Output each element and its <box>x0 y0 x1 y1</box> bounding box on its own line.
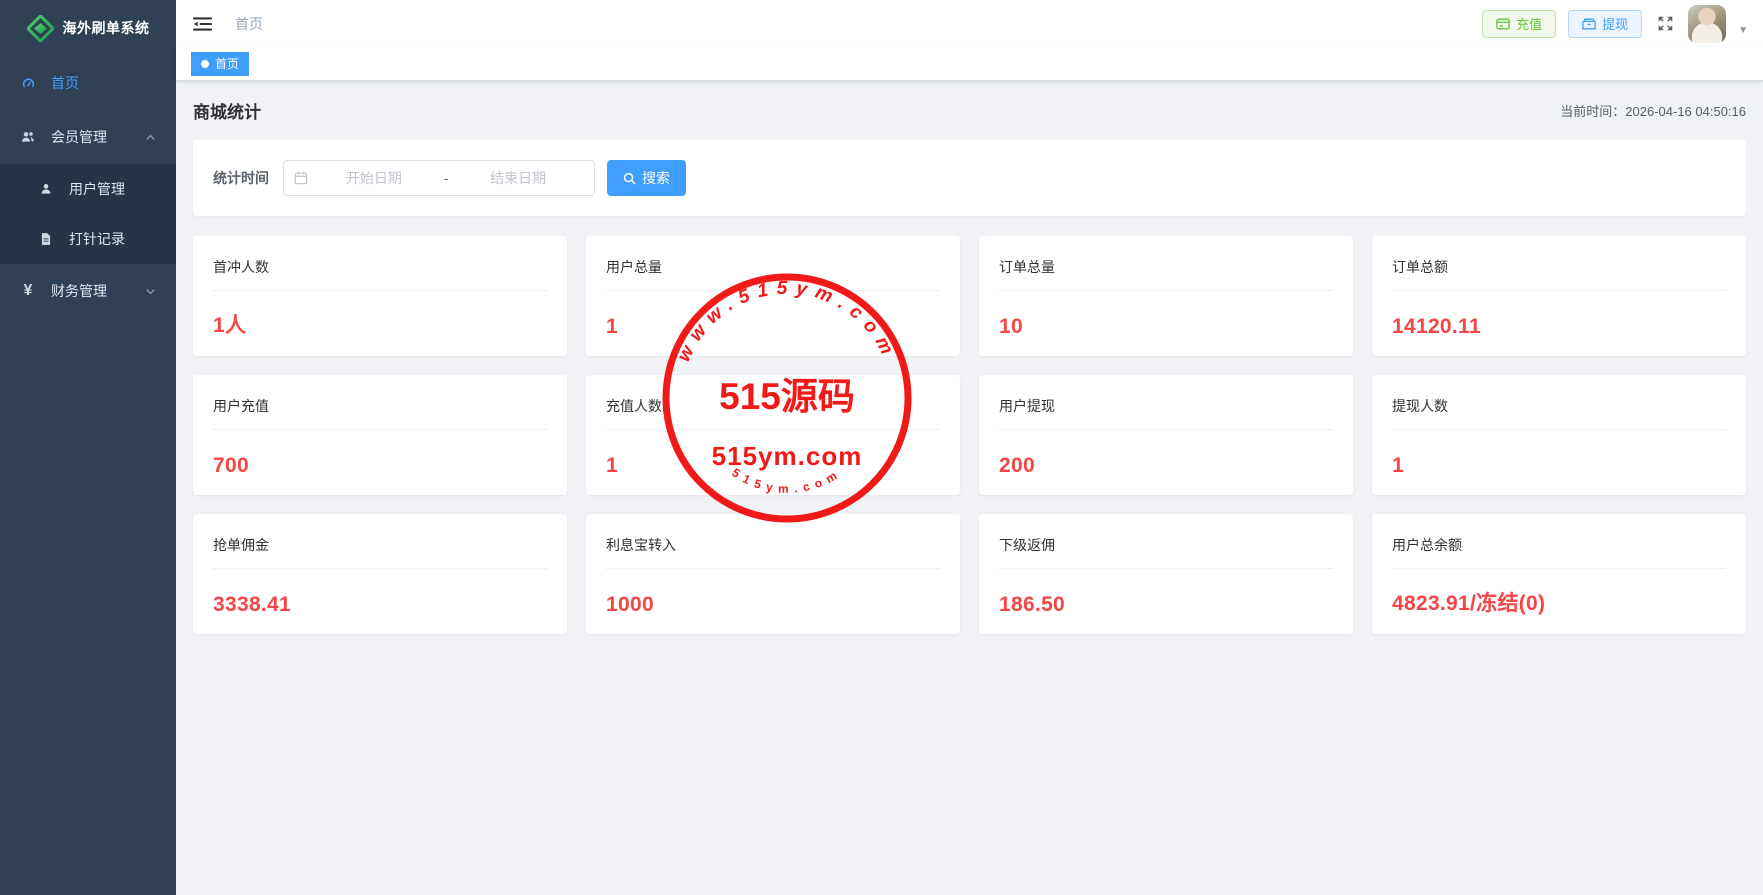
page-content: 商城统计 当前时间：2026-04-16 04:50:16 统计时间 - <box>176 81 1763 895</box>
navbar-actions: 充值 提现 ▼ <box>1482 5 1748 43</box>
stat-card-label: 利息宝转入 <box>606 535 940 569</box>
stat-card-value: 1000 <box>606 593 940 617</box>
sidebar-item-injection-records[interactable]: 打针记录 <box>0 214 176 264</box>
search-button-label: 搜索 <box>642 168 670 188</box>
stat-card-label: 提现人数 <box>1392 396 1726 430</box>
sidebar-item-members[interactable]: 会员管理 <box>0 110 176 164</box>
sidebar-item-label: 财务管理 <box>51 281 107 301</box>
recharge-card-icon <box>1496 18 1510 30</box>
withdraw-folder-icon <box>1582 18 1596 30</box>
sidebar-submenu-members: 用户管理 打针记录 <box>0 164 176 264</box>
stat-card-value: 1人 <box>213 309 547 339</box>
sidebar-item-label: 打针记录 <box>69 229 125 249</box>
stat-card-value: 1 <box>1392 454 1726 478</box>
stat-card-label: 充值人数 <box>606 396 940 430</box>
stat-card-value: 200 <box>999 454 1333 478</box>
stat-card: 用户充值 700 <box>193 375 567 495</box>
breadcrumb[interactable]: 首页 <box>235 14 263 34</box>
current-time-value: 2026-04-16 04:50:16 <box>1625 104 1746 119</box>
tab-label: 首页 <box>215 55 239 72</box>
chevron-down-icon <box>145 286 156 297</box>
calendar-icon <box>294 171 308 185</box>
stat-card-value: 186.50 <box>999 593 1333 617</box>
current-time: 当前时间：2026-04-16 04:50:16 <box>1560 101 1746 120</box>
search-panel: 统计时间 - <box>193 140 1746 216</box>
stat-card: 利息宝转入 1000 <box>586 514 960 634</box>
stat-card: 下级返佣 186.50 <box>979 514 1353 634</box>
stat-card: 用户总量 1 <box>586 236 960 356</box>
sidebar: 海外刷单系统 首页 会员管理 <box>0 0 176 895</box>
top-navbar: 首页 充值 提现 <box>176 0 1763 47</box>
sidebar-item-finance[interactable]: ¥ 财务管理 <box>0 264 176 318</box>
stat-card-label: 用户提现 <box>999 396 1333 430</box>
withdraw-button[interactable]: 提现 <box>1568 10 1642 38</box>
recharge-label: 充值 <box>1516 14 1542 33</box>
stat-card: 首冲人数 1人 <box>193 236 567 356</box>
stats-grid: 首冲人数 1人 用户总量 1 订单总量 10 订单总额 14120.11 <box>193 236 1746 634</box>
users-icon <box>20 129 36 145</box>
stat-card-label: 订单总量 <box>999 257 1333 291</box>
tabs-bar: 首页 <box>176 47 1763 81</box>
tab-home[interactable]: 首页 <box>191 52 249 76</box>
recharge-button[interactable]: 充值 <box>1482 10 1556 38</box>
brand-diamond-icon <box>27 15 54 42</box>
logo[interactable]: 海外刷单系统 <box>0 0 176 56</box>
withdraw-label: 提现 <box>1602 14 1628 33</box>
user-avatar[interactable] <box>1688 5 1726 43</box>
stat-card: 提现人数 1 <box>1372 375 1746 495</box>
page-header: 商城统计 当前时间：2026-04-16 04:50:16 <box>193 98 1746 123</box>
search-icon <box>623 172 636 185</box>
sidebar-item-label: 会员管理 <box>51 127 107 147</box>
stat-card: 订单总量 10 <box>979 236 1353 356</box>
file-icon <box>38 231 54 247</box>
yen-icon: ¥ <box>20 283 36 299</box>
search-label: 统计时间 <box>213 168 269 188</box>
sidebar-item-label: 首页 <box>51 73 79 93</box>
sidebar-item-home[interactable]: 首页 <box>0 56 176 110</box>
stat-card-label: 首冲人数 <box>213 257 547 291</box>
current-time-label: 当前时间： <box>1560 104 1625 119</box>
sidebar-item-user-management[interactable]: 用户管理 <box>0 164 176 214</box>
stat-card: 用户提现 200 <box>979 375 1353 495</box>
stat-card: 充值人数 1 <box>586 375 960 495</box>
end-date-input[interactable] <box>452 170 584 186</box>
sidebar-item-label: 用户管理 <box>69 179 125 199</box>
stat-card: 用户总余额 4823.91/冻结(0) <box>1372 514 1746 634</box>
stat-card-value: 4823.91/冻结(0) <box>1392 587 1726 617</box>
stat-card: 抢单佣金 3338.41 <box>193 514 567 634</box>
stat-card-value: 14120.11 <box>1392 315 1726 339</box>
stat-card-label: 用户总余额 <box>1392 535 1726 569</box>
app-title: 海外刷单系统 <box>63 18 150 38</box>
stat-card: 订单总额 14120.11 <box>1372 236 1746 356</box>
stat-card-value: 3338.41 <box>213 593 547 617</box>
search-button[interactable]: 搜索 <box>607 160 686 196</box>
stat-card-value: 10 <box>999 315 1333 339</box>
stat-card-label: 用户总量 <box>606 257 940 291</box>
page-title: 商城统计 <box>193 98 261 123</box>
stat-card-value: 700 <box>213 454 547 478</box>
fullscreen-icon[interactable] <box>1654 13 1676 35</box>
stat-card-value: 1 <box>606 454 940 478</box>
stat-card-label: 订单总额 <box>1392 257 1726 291</box>
tab-active-dot <box>201 60 209 68</box>
start-date-input[interactable] <box>308 170 440 186</box>
dashboard-icon <box>20 75 36 91</box>
chevron-up-icon <box>145 132 156 143</box>
user-icon <box>38 181 54 197</box>
stat-card-label: 下级返佣 <box>999 535 1333 569</box>
stat-card-label: 用户充值 <box>213 396 547 430</box>
sidebar-collapse-icon[interactable] <box>191 13 213 35</box>
date-range-separator: - <box>440 171 452 186</box>
main-area: 首页 充值 提现 <box>176 0 1763 895</box>
app-layout: 海外刷单系统 首页 会员管理 <box>0 0 1763 895</box>
date-range-picker[interactable]: - <box>283 160 595 196</box>
stat-card-label: 抢单佣金 <box>213 535 547 569</box>
stat-card-value: 1 <box>606 315 940 339</box>
caret-down-icon[interactable]: ▼ <box>1738 25 1748 36</box>
